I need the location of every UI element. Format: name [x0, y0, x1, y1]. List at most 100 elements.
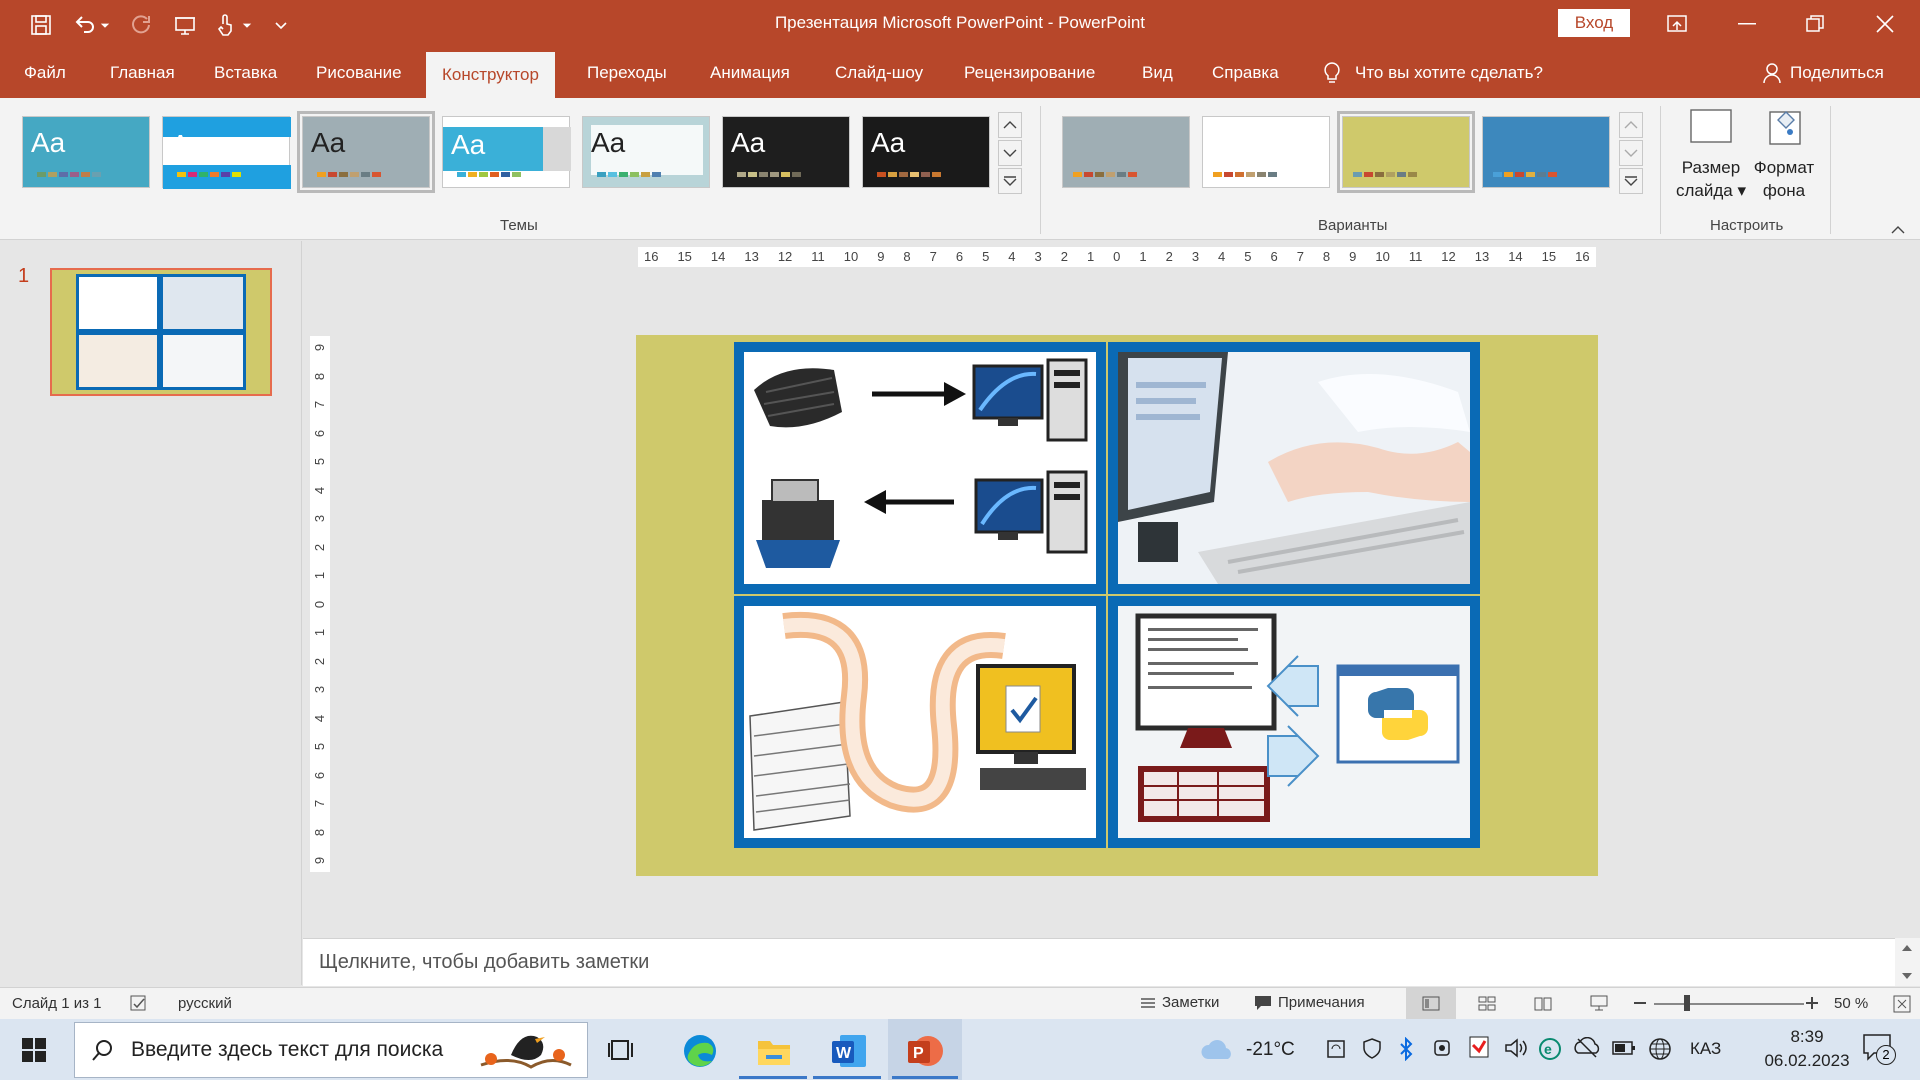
tab-help[interactable]: Справка	[1196, 48, 1295, 98]
thumb-pic-2	[160, 274, 246, 332]
slide-size-button[interactable]: Размер слайда ▾	[1676, 106, 1746, 202]
slide-sorter-icon[interactable]	[1478, 996, 1496, 1011]
themes-more-button[interactable]	[998, 168, 1022, 194]
variants-more-button[interactable]	[1619, 168, 1643, 194]
svg-text:P: P	[913, 1045, 924, 1062]
zoom-slider-thumb[interactable]	[1684, 995, 1690, 1011]
theme-thumbnail-5[interactable]: Aa	[582, 116, 710, 188]
share-button[interactable]: Поделиться	[1762, 48, 1884, 98]
title-bar: Презентация Microsoft PowerPoint - Power…	[0, 0, 1920, 48]
bluetooth-icon[interactable]	[1398, 1037, 1414, 1061]
login-button[interactable]: Вход	[1558, 9, 1630, 37]
minimize-icon[interactable]	[1722, 8, 1772, 40]
notes-pane[interactable]: Щелкните, чтобы добавить заметки	[303, 938, 1895, 986]
ruler-tick-label: 1	[312, 571, 328, 580]
variant-thumbnail-2[interactable]	[1202, 116, 1330, 188]
language-indicator[interactable]: русский	[178, 995, 232, 1012]
tab-transitions[interactable]: Переходы	[571, 48, 683, 98]
clock[interactable]: 8:39 06.02.2023	[1752, 1025, 1862, 1073]
tab-draw[interactable]: Рисование	[300, 48, 418, 98]
restore-icon[interactable]	[1790, 8, 1840, 40]
variants-scroll-up-button[interactable]	[1619, 112, 1643, 138]
tray-e-app-icon[interactable]: e	[1538, 1037, 1562, 1061]
tray-app-red-icon[interactable]	[1468, 1035, 1490, 1059]
edge-browser-icon[interactable]	[682, 1033, 718, 1069]
ribbon-display-options-icon[interactable]	[1652, 8, 1702, 40]
volume-icon[interactable]	[1504, 1037, 1528, 1059]
ruler-tick-label: 15	[677, 249, 692, 264]
collapse-ribbon-icon[interactable]	[1890, 222, 1906, 240]
variant-thumbnail-4[interactable]	[1482, 116, 1610, 188]
comments-button[interactable]: Примечания	[1254, 994, 1365, 1011]
variant-thumbnail-1[interactable]	[1062, 116, 1190, 188]
spelling-check-icon[interactable]	[130, 995, 148, 1013]
notes-icon	[1141, 997, 1155, 1008]
reading-view-icon[interactable]	[1534, 996, 1552, 1011]
picture-documents[interactable]	[734, 596, 1106, 848]
battery-icon[interactable]	[1612, 1039, 1636, 1057]
tab-design[interactable]: Конструктор	[426, 52, 555, 98]
themes-scroll-up-button[interactable]	[998, 112, 1022, 138]
notes-scrollbar[interactable]	[1895, 938, 1920, 986]
task-view-icon[interactable]	[608, 1037, 636, 1063]
close-icon[interactable]	[1860, 8, 1910, 40]
variants-scroll-down-button[interactable]	[1619, 140, 1643, 166]
variant-thumbnail-3[interactable]	[1337, 111, 1475, 193]
tab-slideshow[interactable]: Слайд-шоу	[819, 48, 939, 98]
file-explorer-icon[interactable]	[756, 1035, 792, 1067]
slideshow-view-icon[interactable]	[1590, 994, 1608, 1012]
tell-me-box[interactable]: Что вы хотите сделать?	[1323, 48, 1543, 98]
bird-search-highlight-icon	[480, 1035, 572, 1069]
theme-thumbnail-3[interactable]: Aa	[297, 111, 435, 193]
tab-home[interactable]: Главная	[94, 48, 191, 98]
tab-review[interactable]: Рецензирование	[948, 48, 1111, 98]
tray-sync-icon[interactable]	[1326, 1039, 1346, 1059]
defender-shield-icon[interactable]	[1362, 1037, 1382, 1059]
ruler-tick-label: 10	[1375, 249, 1390, 264]
picture-typing[interactable]	[1108, 342, 1480, 594]
ruler-tick-label: 4	[312, 714, 328, 722]
theme-thumbnail-1[interactable]: Aa	[22, 116, 150, 188]
format-background-button[interactable]: Формат фона	[1748, 106, 1820, 202]
slide-size-icon	[1690, 109, 1732, 143]
zoom-in-icon[interactable]	[1806, 997, 1818, 1009]
tab-view[interactable]: Вид	[1126, 48, 1189, 98]
taskbar-search-box[interactable]: Введите здесь текст для поиска	[74, 1022, 588, 1078]
ruler-tick-label: 2	[1060, 249, 1068, 264]
picture-io-devices[interactable]	[734, 342, 1106, 594]
picture-python[interactable]	[1108, 596, 1480, 848]
tab-insert[interactable]: Вставка	[198, 48, 293, 98]
tab-file[interactable]: Файл	[8, 48, 82, 98]
weather-cloud-icon[interactable]	[1200, 1039, 1236, 1061]
theme-thumbnail-6[interactable]: Aa	[722, 116, 850, 188]
themes-scroll-down-button[interactable]	[998, 140, 1022, 166]
globe-icon[interactable]	[1648, 1037, 1672, 1061]
windows-start-icon[interactable]	[22, 1038, 46, 1062]
fit-to-window-icon[interactable]	[1892, 994, 1912, 1014]
zoom-level[interactable]: 50 %	[1834, 995, 1868, 1012]
network-offline-icon[interactable]	[1574, 1037, 1600, 1059]
slide-thumbnail[interactable]	[50, 268, 272, 396]
person-icon	[1763, 63, 1781, 84]
theme-thumbnail-7[interactable]: Aa	[862, 116, 990, 188]
keyboard-icon	[754, 368, 842, 428]
normal-view-button[interactable]	[1406, 988, 1456, 1019]
slide-canvas[interactable]	[636, 335, 1598, 876]
tab-animations[interactable]: Анимация	[694, 48, 806, 98]
ruler-tick-label: 1	[1139, 249, 1147, 264]
theme-thumbnail-4[interactable]: Aa	[442, 116, 571, 188]
variants-group-label: Варианты	[1318, 217, 1388, 234]
notes-button[interactable]: Заметки	[1140, 994, 1219, 1011]
ruler-tick-label: 14	[1508, 249, 1523, 264]
ruler-tick-label: 6	[312, 771, 328, 779]
weather-temp[interactable]: -21°C	[1246, 1039, 1295, 1061]
word-app-icon[interactable]: W	[830, 1033, 868, 1069]
ruler-tick-label: 9	[312, 343, 328, 352]
theme-thumbnail-2[interactable]: Aa	[162, 116, 291, 189]
keyboard-language[interactable]: КАЗ	[1690, 1039, 1721, 1059]
tray-camera-icon[interactable]	[1432, 1037, 1452, 1059]
zoom-out-icon[interactable]	[1634, 1002, 1646, 1005]
powerpoint-taskbar-button[interactable]: P	[888, 1019, 962, 1080]
notifications-button[interactable]: 2	[1862, 1033, 1896, 1067]
zoom-slider[interactable]	[1654, 1003, 1804, 1005]
